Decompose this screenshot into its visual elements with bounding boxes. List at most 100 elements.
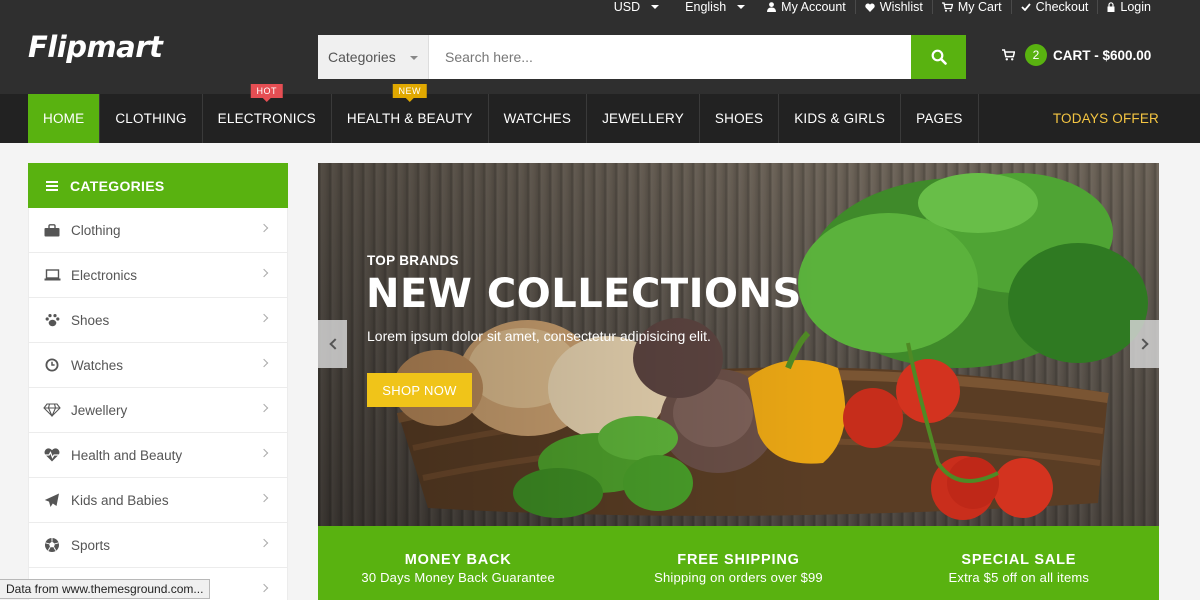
shopping-bag-icon — [43, 223, 61, 237]
login-label: Login — [1120, 0, 1151, 14]
nav-item-label: WATCHES — [503, 111, 572, 126]
info-subtitle: Shipping on orders over $99 — [654, 570, 823, 585]
clock-icon — [43, 358, 61, 372]
cart-total-label: CART - $600.00 — [1053, 47, 1152, 63]
nav-item-jewellery[interactable]: JEWELLERY — [587, 94, 700, 143]
categories-header: CATEGORIES — [28, 163, 288, 208]
site-logo[interactable]: Flipmart — [28, 30, 163, 64]
nav-item-electronics[interactable]: HOT ELECTRONICS — [203, 84, 332, 143]
search-input[interactable] — [429, 35, 911, 79]
chevron-right-icon — [259, 583, 269, 593]
vegetable-basket-image — [318, 163, 1148, 526]
chevron-down-icon — [410, 56, 418, 60]
heart-icon — [865, 3, 875, 12]
chevron-right-icon — [259, 313, 269, 323]
banner-text: Lorem ipsum dolor sit amet, consectetur … — [367, 328, 711, 344]
info-subtitle: Extra $5 off on all items — [948, 570, 1090, 585]
info-title: SPECIAL SALE — [961, 552, 1077, 568]
chevron-right-icon — [259, 358, 269, 368]
chevron-right-icon — [259, 403, 269, 413]
lock-icon — [1107, 2, 1115, 12]
sidebar-item-kids-babies[interactable]: Kids and Babies — [28, 478, 288, 523]
search-bar: Categories — [318, 35, 966, 79]
cart-icon — [1002, 49, 1015, 61]
todays-offer-link[interactable]: TODAYS OFFER — [1053, 94, 1159, 143]
wishlist-link[interactable]: Wishlist — [856, 0, 933, 14]
my-cart-link[interactable]: My Cart — [933, 0, 1012, 14]
sidebar-item-clothing[interactable]: Clothing — [28, 208, 288, 253]
sidebar-item-label: Sports — [71, 537, 111, 553]
nav-items: HOME CLOTHING HOT ELECTRONICS NEW HEALTH… — [28, 84, 979, 143]
info-free-shipping: FREE SHIPPING Shipping on orders over $9… — [598, 526, 878, 600]
chevron-right-icon — [259, 538, 269, 548]
chevron-right-icon — [259, 268, 269, 278]
my-account-link[interactable]: My Account — [758, 0, 856, 14]
nav-item-pages[interactable]: PAGES — [901, 94, 979, 143]
hot-badge: HOT — [250, 84, 284, 98]
nav-item-label: SHOES — [714, 111, 764, 126]
sidebar-item-label: Jewellery — [71, 402, 128, 418]
info-special-sale: SPECIAL SALE Extra $5 off on all items — [879, 526, 1159, 600]
cart-count-badge: 2 — [1025, 44, 1047, 66]
info-subtitle: 30 Days Money Back Guarantee — [361, 570, 555, 585]
categories-sidebar: CATEGORIES Clothing Electronics Shoes Wa… — [28, 163, 288, 600]
shop-now-button[interactable]: SHOP NOW — [367, 373, 472, 407]
login-link[interactable]: Login — [1098, 0, 1160, 14]
diamond-icon — [43, 403, 61, 417]
search-category-select[interactable]: Categories — [318, 35, 429, 79]
cart-icon — [941, 2, 953, 12]
nav-item-clothing[interactable]: CLOTHING — [100, 94, 203, 143]
nav-item-kids-girls[interactable]: KIDS & GIRLS — [779, 94, 902, 143]
paw-icon — [43, 313, 61, 327]
chevron-right-icon — [259, 223, 269, 233]
info-title: MONEY BACK — [404, 552, 512, 568]
football-icon — [43, 537, 61, 553]
chevron-down-icon — [651, 5, 660, 9]
nav-item-watches[interactable]: WATCHES — [489, 94, 588, 143]
carousel-prev-button[interactable] — [318, 320, 347, 368]
sidebar-item-watches[interactable]: Watches — [28, 343, 288, 388]
categories-title: CATEGORIES — [70, 177, 165, 194]
nav-item-health-beauty[interactable]: NEW HEALTH & BEAUTY — [332, 84, 489, 143]
my-account-label: My Account — [781, 0, 846, 14]
sidebar-item-label: Watches — [71, 357, 124, 373]
chevron-right-icon — [259, 448, 269, 458]
sidebar-item-label: Shoes — [71, 312, 110, 328]
nav-item-label: KIDS & GIRLS — [794, 111, 886, 126]
nav-item-label: ELECTRONICS — [217, 111, 316, 126]
sidebar-item-jewellery[interactable]: Jewellery — [28, 388, 288, 433]
sidebar-item-electronics[interactable]: Electronics — [28, 253, 288, 298]
nav-item-shoes[interactable]: SHOES — [700, 94, 780, 143]
top-header: USD English My Account Wishlist My Cart … — [0, 0, 1200, 94]
chevron-right-icon — [259, 493, 269, 503]
sidebar-item-sports[interactable]: Sports — [28, 523, 288, 568]
banner-subtitle: TOP BRANDS — [367, 253, 459, 268]
header-cart[interactable]: 2 CART - $600.00 — [1002, 44, 1151, 66]
sidebar-item-label: Clothing — [71, 222, 121, 238]
user-icon — [767, 2, 777, 12]
menu-icon — [46, 180, 58, 191]
top-links: USD English My Account Wishlist My Cart … — [601, 0, 1160, 14]
info-money-back: MONEY BACK 30 Days Money Back Guarantee — [318, 526, 598, 600]
nav-item-home[interactable]: HOME — [28, 94, 101, 143]
search-button[interactable] — [911, 35, 966, 79]
info-bar: MONEY BACK 30 Days Money Back Guarantee … — [318, 526, 1159, 600]
currency-dropdown[interactable]: USD — [601, 0, 672, 14]
banner-title: NEW COLLECTIONS — [366, 271, 802, 317]
laptop-icon — [43, 269, 61, 281]
my-cart-label: My Cart — [957, 0, 1002, 14]
language-dropdown[interactable]: English — [672, 0, 758, 14]
language-label: English — [685, 0, 727, 14]
sidebar-item-shoes[interactable]: Shoes — [28, 298, 288, 343]
sidebar-item-label: Electronics — [71, 267, 138, 283]
search-icon — [931, 49, 947, 65]
paper-plane-icon — [43, 493, 61, 508]
carousel-next-button[interactable] — [1130, 320, 1159, 368]
new-badge: NEW — [392, 84, 428, 98]
checkout-link[interactable]: Checkout — [1012, 0, 1099, 14]
sidebar-item-health-beauty[interactable]: Health and Beauty — [28, 433, 288, 478]
checkout-label: Checkout — [1035, 0, 1089, 14]
info-title: FREE SHIPPING — [677, 552, 800, 568]
wishlist-label: Wishlist — [879, 0, 923, 14]
nav-item-label: CLOTHING — [115, 111, 187, 126]
